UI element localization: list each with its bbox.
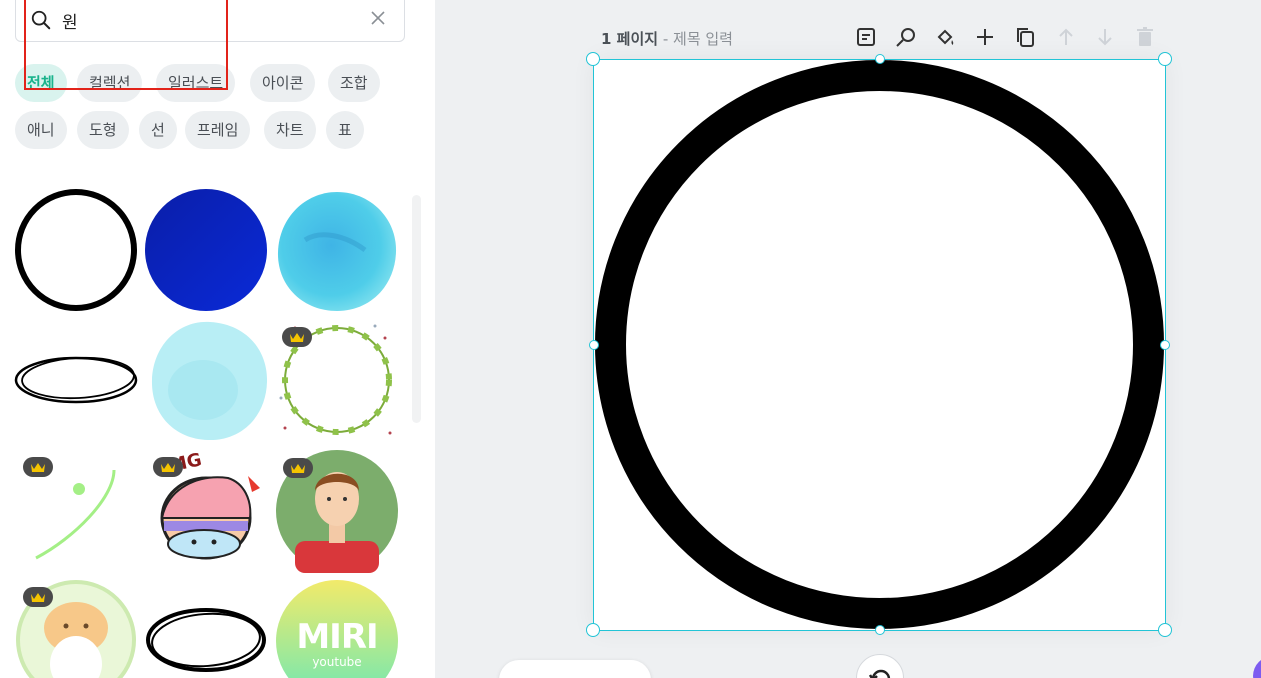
black-ring-image xyxy=(15,189,137,311)
resize-handle-top[interactable] xyxy=(875,54,885,64)
filter-chip-shape[interactable]: 도형 xyxy=(77,111,129,149)
left-panel: 원 전체 컬렉션 일러스트 아이콘 조합 애니 도형 선 프레임 차트 표 MI… xyxy=(0,0,435,678)
filter-chip-all[interactable]: 전체 xyxy=(15,64,67,102)
resize-handle-bottom-left[interactable] xyxy=(586,623,600,637)
premium-crown-icon xyxy=(23,587,53,607)
premium-crown-icon xyxy=(23,457,53,477)
arrow-up-icon[interactable] xyxy=(1054,25,1078,49)
note-icon[interactable] xyxy=(854,25,878,49)
add-icon[interactable] xyxy=(973,25,997,49)
bottom-toolbar-pill[interactable] xyxy=(499,660,651,678)
filter-chip-icon[interactable]: 아이콘 xyxy=(250,64,316,102)
copy-icon[interactable] xyxy=(1013,25,1037,49)
result-watercolor-aqua-circle[interactable] xyxy=(148,320,272,444)
resize-handle-bottom[interactable] xyxy=(875,625,885,635)
filter-chip-combination[interactable]: 조합 xyxy=(328,64,380,102)
premium-crown-icon xyxy=(283,458,313,478)
result-leaf-wreath[interactable] xyxy=(275,318,399,442)
search-input[interactable]: 원 xyxy=(62,8,78,33)
filter-chip-illustration[interactable]: 일러스트 xyxy=(156,64,236,102)
rotate-handle[interactable] xyxy=(856,654,904,678)
blue-circle-image xyxy=(145,189,267,311)
result-miri-youtube-badge[interactable]: MIRI youtube xyxy=(275,579,399,678)
selection-frame xyxy=(593,59,1166,631)
result-green-arc-line[interactable] xyxy=(14,448,138,572)
result-omg-character[interactable]: OMG xyxy=(148,448,272,572)
premium-crown-icon xyxy=(282,327,312,347)
rotate-icon xyxy=(868,669,891,678)
filter-chip-collection[interactable]: 컬렉션 xyxy=(77,64,143,102)
result-brush-oval[interactable] xyxy=(144,578,268,678)
search-box[interactable]: 원 xyxy=(15,0,405,42)
resize-handle-left[interactable] xyxy=(589,340,599,350)
fill-icon[interactable] xyxy=(933,25,957,49)
filter-chip-line[interactable]: 선 xyxy=(139,111,177,149)
filter-chip-table[interactable]: 표 xyxy=(326,111,364,149)
magic-icon[interactable] xyxy=(894,25,918,49)
close-icon[interactable] xyxy=(368,8,388,28)
page-separator: - xyxy=(658,30,674,48)
sketch-oval-image xyxy=(14,356,138,404)
premium-crown-icon xyxy=(153,457,183,477)
search-icon xyxy=(31,10,51,30)
result-man-avatar-circle[interactable] xyxy=(275,449,399,573)
watercolor-aqua-image xyxy=(151,321,268,441)
filter-chip-chart[interactable]: 차트 xyxy=(264,111,316,149)
result-cat-circle[interactable] xyxy=(14,578,138,678)
resize-handle-bottom-right[interactable] xyxy=(1158,623,1172,637)
result-sketch-oval[interactable] xyxy=(14,318,138,442)
resize-handle-top-left[interactable] xyxy=(586,52,600,66)
page-number: 1 페이지 xyxy=(601,30,659,48)
watercolor-blue-image xyxy=(277,192,397,311)
badge-title: MIRI xyxy=(296,617,378,657)
result-watercolor-blue-circle[interactable] xyxy=(275,190,399,314)
badge-subtitle: youtube xyxy=(312,655,362,669)
result-black-ring[interactable] xyxy=(14,188,138,312)
filter-chip-animation[interactable]: 애니 xyxy=(15,111,67,149)
page-title-input[interactable]: 제목 입력 xyxy=(673,30,733,48)
resize-handle-right[interactable] xyxy=(1160,340,1170,350)
help-button[interactable] xyxy=(1253,656,1261,678)
filter-chip-frame[interactable]: 프레임 xyxy=(185,111,251,149)
page-header: 1 페이지 - 제목 입력 xyxy=(601,28,733,49)
resize-handle-top-right[interactable] xyxy=(1158,52,1172,66)
brush-oval-image xyxy=(146,608,266,672)
result-blue-gradient-circle[interactable] xyxy=(144,188,268,312)
results-scrollbar[interactable] xyxy=(412,195,421,423)
trash-icon[interactable] xyxy=(1133,25,1157,49)
arrow-down-icon[interactable] xyxy=(1093,25,1117,49)
